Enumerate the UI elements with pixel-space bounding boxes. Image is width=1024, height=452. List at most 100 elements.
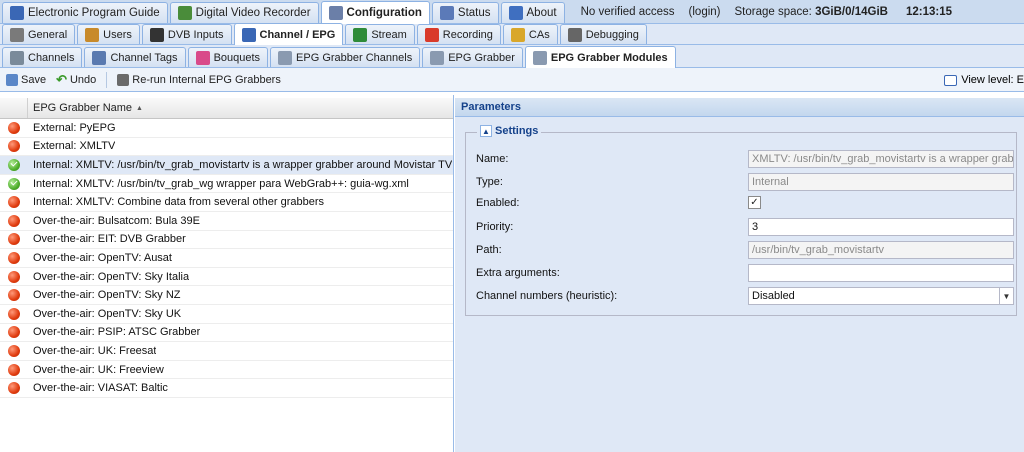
channel-tab-label: Channel Tags <box>110 51 178 64</box>
table-row[interactable]: Internal: XMLTV: Combine data from sever… <box>0 193 453 212</box>
status-cell <box>0 382 28 395</box>
debug-icon <box>567 27 582 42</box>
table-row[interactable]: External: XMLTV <box>0 138 453 157</box>
path-field[interactable]: /usr/bin/tv_grab_movistartv <box>748 241 1014 259</box>
table-row[interactable]: External: PyEPG <box>0 119 453 138</box>
disabled-status-icon <box>8 121 20 134</box>
table-row[interactable]: Over-the-air: UK: Freeview <box>0 361 453 380</box>
type-label: Type: <box>476 176 503 188</box>
top-tab-label: Configuration <box>346 7 422 19</box>
enabled-status-icon <box>8 158 20 171</box>
disabled-status-icon <box>8 307 20 320</box>
status-cell <box>0 214 28 227</box>
extra-args-field[interactable] <box>748 264 1014 282</box>
type-field[interactable]: Internal <box>748 173 1014 191</box>
channels-icon <box>10 50 24 65</box>
dvr-icon <box>177 6 192 20</box>
top-tab-2[interactable]: Configuration <box>320 1 430 24</box>
channel-numbers-value: Disabled <box>752 290 795 302</box>
config-tab-label: Stream <box>371 28 407 41</box>
config-tab-7[interactable]: Debugging <box>559 24 647 44</box>
disabled-status-icon <box>8 214 20 227</box>
status-cell <box>0 270 28 283</box>
login-link[interactable]: (login) <box>689 6 721 18</box>
config-tab-0[interactable]: General <box>2 24 76 44</box>
chevron-down-icon[interactable]: ▼ <box>999 288 1013 304</box>
table-row[interactable]: Over-the-air: OpenTV: Sky Italia <box>0 268 453 287</box>
grabber-name-cell: External: PyEPG <box>33 121 116 134</box>
undo-button[interactable]: ↶ Undo <box>54 71 98 89</box>
status-cell <box>0 140 28 153</box>
table-row[interactable]: Internal: XMLTV: /usr/bin/tv_grab_movist… <box>0 156 453 175</box>
config-tab-label: Debugging <box>585 28 639 41</box>
grabber-name-cell: Internal: XMLTV: /usr/bin/tv_grab_wg wra… <box>33 177 409 190</box>
access-status: No verified access <box>580 6 675 18</box>
collapse-icon[interactable]: ▲ <box>480 125 492 137</box>
view-level-button[interactable]: View level: E <box>944 68 1024 92</box>
top-tab-4[interactable]: About <box>500 2 565 23</box>
save-icon <box>6 73 18 86</box>
clock: 12:13:15 <box>905 6 952 18</box>
channel-numbers-select[interactable]: Disabled ▼ <box>748 287 1014 305</box>
config-tab-5[interactable]: Recording <box>416 24 501 44</box>
table-row[interactable]: Over-the-air: OpenTV: Sky NZ <box>0 286 453 305</box>
grabber-name-cell: Over-the-air: OpenTV: Sky Italia <box>33 270 190 283</box>
disabled-status-icon <box>8 326 20 339</box>
grabber-name-cell: Over-the-air: UK: Freesat <box>33 344 157 357</box>
channel-tab-label: EPG Grabber Channels <box>296 51 413 64</box>
table-row[interactable]: Over-the-air: EIT: DVB Grabber <box>0 231 453 250</box>
top-tab-label: Digital Video Recorder <box>195 7 311 19</box>
tv-icon <box>241 27 256 42</box>
channel-tab-5[interactable]: EPG Grabber Modules <box>524 46 676 68</box>
channel-tab-2[interactable]: Bouquets <box>187 47 269 67</box>
extra-args-label: Extra arguments: <box>476 267 560 279</box>
stream-icon <box>353 27 368 42</box>
users-icon <box>85 27 100 42</box>
top-tab-1[interactable]: Digital Video Recorder <box>169 2 319 23</box>
name-field[interactable]: XMLTV: /usr/bin/tv_grab_movistartv is a … <box>748 150 1014 168</box>
status-cell <box>0 121 28 134</box>
save-button[interactable]: Save <box>4 73 48 87</box>
grid-header-name-col[interactable]: EPG Grabber Name ▲ <box>28 98 453 118</box>
priority-field[interactable]: 3 <box>748 218 1014 236</box>
grabber-name-cell: Over-the-air: OpenTV: Sky UK <box>33 307 182 320</box>
path-label: Path: <box>476 244 502 256</box>
config-tab-4[interactable]: Stream <box>345 24 415 44</box>
channel-numbers-row: Channel numbers (heuristic): Disabled ▼ <box>476 287 1014 305</box>
channel-tab-1[interactable]: Channel Tags <box>84 47 186 67</box>
table-row[interactable]: Over-the-air: OpenTV: Ausat <box>0 249 453 268</box>
config-tab-1[interactable]: Users <box>77 24 140 44</box>
top-tab-0[interactable]: Electronic Program Guide <box>2 2 168 23</box>
table-row[interactable]: Over-the-air: Bulsatcom: Bula 39E <box>0 212 453 231</box>
top-tab-3[interactable]: Status <box>431 2 499 23</box>
table-row[interactable]: Over-the-air: VIASAT: Baltic <box>0 379 453 398</box>
table-row[interactable]: Over-the-air: PSIP: ATSC Grabber <box>0 324 453 343</box>
config-tab-3[interactable]: Channel / EPG <box>233 23 344 45</box>
top-tab-bar: Electronic Program Guide Digital Video Re… <box>0 0 1024 24</box>
grid-body: External: PyEPG External: XMLTV Internal: … <box>0 119 453 398</box>
config-tab-label: CAs <box>528 28 550 41</box>
rerun-grabbers-button[interactable]: Re-run Internal EPG Grabbers <box>115 73 283 87</box>
config-tab-2[interactable]: DVB Inputs <box>141 24 232 44</box>
channel-tab-bar: Channels Channel Tags Bouquets EPG Grabber … <box>0 45 1024 68</box>
status-cell <box>0 177 28 190</box>
channel-tab-0[interactable]: Channels <box>2 47 83 67</box>
grabber-name-cell: External: XMLTV <box>33 140 116 153</box>
wrench-icon <box>328 6 343 20</box>
parameters-title: Parameters <box>455 98 1024 117</box>
view-level-label: View level: E <box>961 74 1024 86</box>
name-label: Name: <box>476 153 509 165</box>
channel-tab-3[interactable]: EPG Grabber Channels <box>270 47 421 67</box>
disabled-status-icon <box>8 233 20 246</box>
sort-asc-icon: ▲ <box>136 104 143 112</box>
grabber-name-cell: Over-the-air: EIT: DVB Grabber <box>33 233 186 246</box>
config-tab-6[interactable]: CAs <box>502 24 558 44</box>
table-row[interactable]: Internal: XMLTV: /usr/bin/tv_grab_wg wra… <box>0 175 453 194</box>
config-tab-label: DVB Inputs <box>167 28 224 41</box>
enabled-checkbox[interactable]: ✓ <box>748 196 761 209</box>
config-tab-bar: General Users DVB Inputs Channel / EPG Strea… <box>0 23 1024 45</box>
table-row[interactable]: Over-the-air: OpenTV: Sky UK <box>0 305 453 324</box>
channel-tab-4[interactable]: EPG Grabber <box>422 47 523 67</box>
table-row[interactable]: Over-the-air: UK: Freesat <box>0 342 453 361</box>
name-row: Name: XMLTV: /usr/bin/tv_grab_movistartv… <box>476 150 1014 168</box>
